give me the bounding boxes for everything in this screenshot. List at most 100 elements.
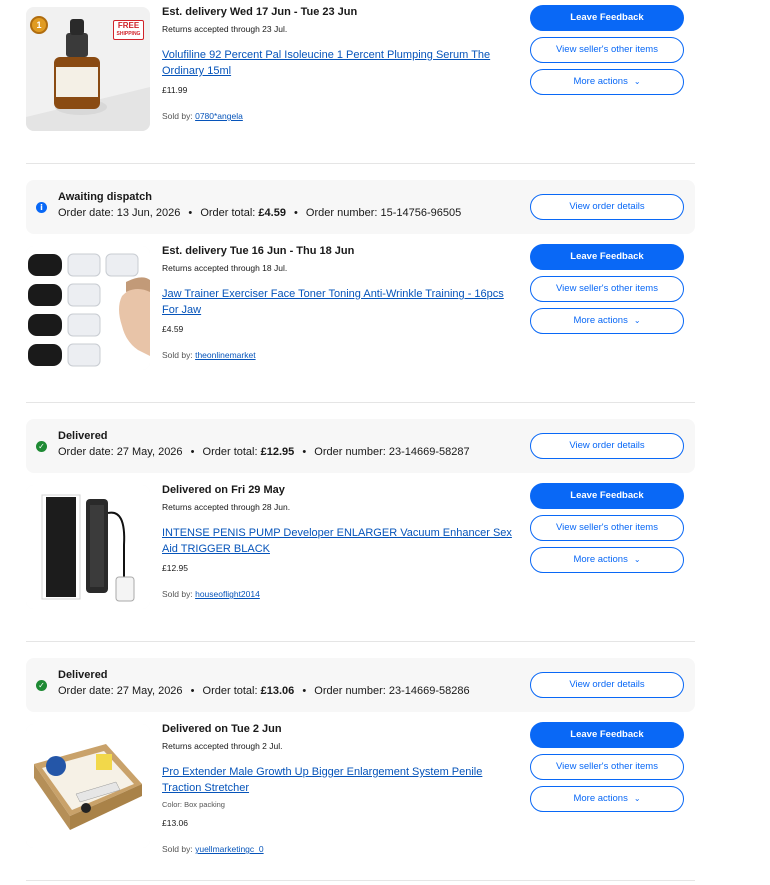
free-label: FREE	[117, 21, 140, 30]
more-actions-button[interactable]: More actions ⌄	[530, 308, 684, 334]
separator: •	[302, 685, 307, 697]
returns-info: Returns accepted through 23 Jul.	[162, 24, 288, 34]
leave-feedback-label: Leave Feedback	[570, 12, 644, 23]
product-image[interactable]	[26, 246, 150, 370]
returns-info: Returns accepted through 28 Jun.	[162, 502, 291, 512]
view-seller-items-label: View seller's other items	[556, 761, 658, 772]
order-date-label: Order date:	[58, 446, 114, 458]
view-seller-items-button[interactable]: View seller's other items	[530, 276, 684, 302]
sold-by: Sold by: yuellmarketingc_0	[162, 844, 264, 854]
shipping-label: SHIPPING	[116, 31, 141, 37]
view-seller-items-button[interactable]: View seller's other items	[530, 515, 684, 541]
divider	[26, 880, 695, 881]
more-actions-label: More actions	[573, 554, 628, 565]
more-actions-label: More actions	[573, 76, 628, 87]
rank-badge-icon: 1	[30, 16, 48, 34]
order-number: 23-14669-58287	[388, 446, 470, 458]
extender-kit-image	[26, 724, 150, 848]
product-image[interactable]: 1 FREE SHIPPING	[26, 7, 150, 131]
sold-by-label: Sold by:	[162, 350, 193, 360]
order-summary: Order date: 13 Jun, 2026 • Order total: …	[58, 207, 461, 219]
order-total: £13.06	[260, 685, 295, 697]
sold-by-label: Sold by:	[162, 111, 193, 121]
view-seller-items-button[interactable]: View seller's other items	[530, 754, 684, 780]
separator: •	[190, 446, 195, 458]
view-seller-items-button[interactable]: View seller's other items	[530, 37, 684, 63]
leave-feedback-button[interactable]: Leave Feedback	[530, 722, 684, 748]
order-number-label: Order number:	[305, 207, 378, 219]
item-price: £4.59	[162, 324, 184, 334]
view-seller-items-label: View seller's other items	[556, 283, 658, 294]
item-price: £13.06	[162, 818, 188, 828]
view-order-details-button[interactable]: View order details	[530, 672, 684, 698]
delivery-date: Delivered on Fri 29 May	[162, 484, 285, 496]
order-total-label: Order total:	[202, 685, 258, 697]
delivery-estimate: Est. delivery Wed 17 Jun - Tue 23 Jun	[162, 6, 358, 18]
order-total-label: Order total:	[200, 207, 256, 219]
delivery-date: Delivered on Tue 2 Jun	[162, 723, 282, 735]
order-date: 27 May, 2026	[116, 446, 183, 458]
seller-link[interactable]: 0780*angela	[195, 111, 243, 121]
returns-info: Returns accepted through 18 Jul.	[162, 263, 288, 273]
item-title-link[interactable]: Volufiline 92 Percent Pal Isoleucine 1 P…	[162, 47, 512, 79]
rank-badge-number: 1	[36, 20, 42, 30]
order-status: Awaiting dispatch	[58, 191, 152, 203]
view-order-details-button[interactable]: View order details	[530, 194, 684, 220]
order-date: 27 May, 2026	[116, 685, 183, 697]
divider	[26, 641, 695, 642]
item-title-link[interactable]: Jaw Trainer Exerciser Face Toner Toning …	[162, 286, 512, 318]
chevron-down-icon: ⌄	[633, 794, 641, 803]
leave-feedback-button[interactable]: Leave Feedback	[530, 244, 684, 270]
leave-feedback-label: Leave Feedback	[570, 251, 644, 262]
view-seller-items-label: View seller's other items	[556, 44, 658, 55]
order-number-label: Order number:	[314, 685, 386, 697]
divider	[26, 163, 695, 164]
chevron-down-icon: ⌄	[633, 316, 641, 325]
view-order-details-label: View order details	[569, 201, 645, 212]
chevron-down-icon: ⌄	[633, 77, 641, 86]
sold-by: Sold by: theonlinemarket	[162, 350, 256, 360]
product-image[interactable]	[26, 724, 150, 848]
more-actions-button[interactable]: More actions ⌄	[530, 69, 684, 95]
order-status: Delivered	[58, 430, 108, 442]
leave-feedback-label: Leave Feedback	[570, 490, 644, 501]
order-total: £4.59	[258, 207, 286, 219]
item-price: £12.95	[162, 563, 188, 573]
order-number: 15-14756-96505	[380, 207, 462, 219]
item-variant: Color: Box packing	[162, 800, 225, 809]
order-number: 23-14669-58286	[388, 685, 470, 697]
free-shipping-badge: FREE SHIPPING	[113, 20, 144, 40]
order-number-label: Order number:	[314, 446, 386, 458]
delivery-estimate: Est. delivery Tue 16 Jun - Thu 18 Jun	[162, 245, 355, 257]
separator: •	[302, 446, 307, 458]
sold-by: Sold by: houseoflight2014	[162, 589, 260, 599]
order-date-label: Order date:	[58, 685, 114, 697]
chevron-down-icon: ⌄	[633, 555, 641, 564]
separator: •	[190, 685, 195, 697]
pump-image	[26, 485, 150, 609]
seller-link[interactable]: theonlinemarket	[195, 350, 255, 360]
info-icon: i	[36, 202, 47, 213]
more-actions-button[interactable]: More actions ⌄	[530, 547, 684, 573]
divider	[26, 402, 695, 403]
jaw-trainer-image	[26, 246, 150, 370]
leave-feedback-button[interactable]: Leave Feedback	[530, 483, 684, 509]
separator: •	[294, 207, 298, 219]
order-summary: Order date: 27 May, 2026 • Order total: …	[58, 685, 470, 697]
more-actions-button[interactable]: More actions ⌄	[530, 786, 684, 812]
item-title-link[interactable]: Pro Extender Male Growth Up Bigger Enlar…	[162, 764, 512, 796]
item-price: £11.99	[162, 85, 188, 95]
check-circle-icon: ✓	[36, 441, 47, 452]
item-title-link[interactable]: INTENSE PENIS PUMP Developer ENLARGER Va…	[162, 525, 512, 557]
order-date-label: Order date:	[58, 207, 114, 219]
returns-info: Returns accepted through 2 Jul.	[162, 741, 283, 751]
view-order-details-button[interactable]: View order details	[530, 433, 684, 459]
leave-feedback-button[interactable]: Leave Feedback	[530, 5, 684, 31]
seller-link[interactable]: yuellmarketingc_0	[195, 844, 264, 854]
leave-feedback-label: Leave Feedback	[570, 729, 644, 740]
order-total: £12.95	[260, 446, 295, 458]
seller-link[interactable]: houseoflight2014	[195, 589, 260, 599]
product-image[interactable]	[26, 485, 150, 609]
view-order-details-label: View order details	[569, 440, 645, 451]
more-actions-label: More actions	[573, 315, 628, 326]
